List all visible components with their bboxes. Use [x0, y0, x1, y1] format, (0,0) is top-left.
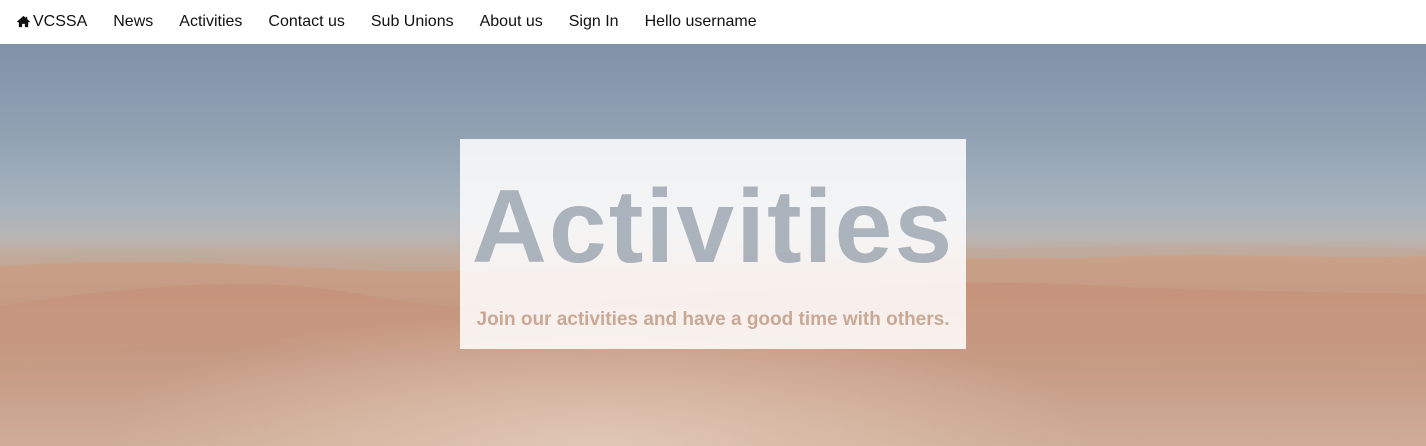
nav-link-contact-us[interactable]: Contact us	[268, 13, 344, 31]
nav-link-sub-unions[interactable]: Sub Unions	[371, 13, 454, 31]
nav-link-news[interactable]: News	[113, 13, 153, 31]
nav-link-activities[interactable]: Activities	[179, 13, 242, 31]
nav-link-sign-in[interactable]: Sign In	[569, 13, 619, 31]
hero-card: Activities Join our activities and have …	[460, 139, 966, 349]
brand-link[interactable]: VCSSA	[16, 13, 87, 31]
nav-link-about-us[interactable]: About us	[480, 13, 543, 31]
page-subtitle: Join our activities and have a good time…	[476, 309, 950, 330]
page-title: Activities	[471, 169, 955, 285]
nav-link-user-greeting[interactable]: Hello username	[645, 13, 757, 31]
brand-label: VCSSA	[33, 13, 88, 30]
hero-banner: Activities Join our activities and have …	[0, 44, 1426, 446]
home-icon	[17, 15, 30, 28]
top-navbar: VCSSA News Activities Contact us Sub Uni…	[0, 0, 1426, 44]
